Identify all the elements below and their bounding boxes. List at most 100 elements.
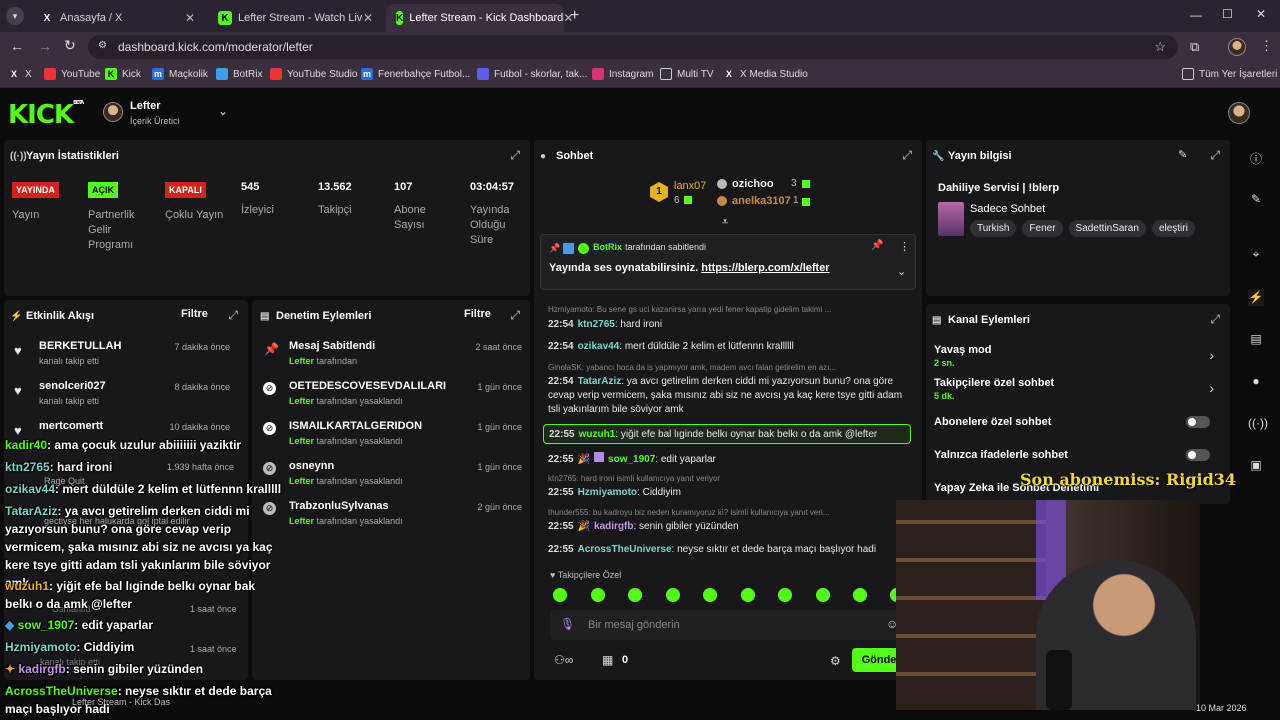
edit-pencil-icon[interactable]: ✎ bbox=[1178, 148, 1187, 161]
fenerbahce-icon: m bbox=[361, 68, 373, 80]
window-close-button[interactable]: ✕ bbox=[1256, 7, 1266, 21]
activity-filter-button[interactable]: Filtre bbox=[181, 308, 208, 320]
tag-chip[interactable]: Turkish bbox=[970, 220, 1017, 237]
info-icon[interactable]: ⓘ bbox=[1248, 150, 1264, 166]
popout-icon[interactable]: ⤢ bbox=[902, 148, 912, 163]
bookmark-youtube[interactable]: YouTube bbox=[44, 68, 100, 80]
notes-icon[interactable]: ▤ bbox=[1248, 332, 1264, 348]
taskbar-item[interactable]: Lefter Stream - Kick Das bbox=[72, 697, 170, 707]
bookmark-kick[interactable]: K Kick bbox=[105, 68, 141, 80]
right-sidebar bbox=[1234, 140, 1280, 680]
new-tab-button[interactable]: + bbox=[570, 7, 579, 25]
subscribers-only-toggle[interactable] bbox=[1186, 416, 1210, 428]
channel-avatar[interactable] bbox=[103, 102, 123, 122]
close-icon[interactable]: ✕ bbox=[363, 11, 373, 25]
channel-actions-title: ▤ Kanal Eylemleri bbox=[932, 314, 1030, 326]
pinned-link[interactable]: https://blerp.com/x/lefter bbox=[701, 262, 829, 274]
chevron-down-icon[interactable]: ⌄ bbox=[897, 265, 906, 278]
site-info-icon[interactable]: ⚙ bbox=[98, 40, 107, 51]
bookmark-star-icon[interactable]: ☆ bbox=[1154, 39, 1166, 55]
bookmark-fenerbahce[interactable]: m Fenerbahçe Futbol... bbox=[361, 68, 470, 80]
tab-x-home[interactable]: X Anasayfa / X ✕ bbox=[30, 4, 205, 32]
activity-title: ⚡ Etkinlik Akışı bbox=[10, 310, 95, 322]
emote-icon[interactable] bbox=[778, 588, 792, 602]
bookmark-youtube-studio[interactable]: YouTube Studio bbox=[270, 68, 357, 80]
maximize-button[interactable]: ☐ bbox=[1222, 7, 1233, 21]
tag-chip[interactable]: Fener bbox=[1022, 220, 1063, 237]
store-icon[interactable]: ▦ bbox=[602, 653, 613, 667]
tag-chip[interactable]: SadettinSaran bbox=[1068, 220, 1146, 237]
popout-icon[interactable]: ⤢ bbox=[510, 308, 520, 323]
broadcast-icon[interactable]: ((·)) bbox=[1248, 416, 1268, 432]
microphone-icon[interactable]: 🎙 bbox=[560, 617, 575, 631]
channel-switch-chevron-icon[interactable]: ⌄ bbox=[218, 104, 228, 118]
emote-icon[interactable] bbox=[666, 588, 680, 602]
bookmark-x-media-studio[interactable]: XX Media Studio bbox=[723, 68, 808, 80]
stat-multistream: KAPALI Çoklu Yayın bbox=[165, 180, 225, 223]
stat-viewers: 545 İzleyici bbox=[241, 181, 275, 216]
category-thumbnail bbox=[938, 202, 964, 236]
tab-kick-dashboard[interactable]: K Lefter Stream - Kick Dashboard ✕ bbox=[386, 4, 573, 32]
print-icon[interactable]: ▣ bbox=[1248, 458, 1264, 474]
chat-input[interactable]: 🎙 Bir mesaj gönderin ☺ bbox=[550, 610, 902, 640]
emote-icon[interactable] bbox=[853, 588, 867, 602]
chat-bubble-icon[interactable]: ● bbox=[1248, 374, 1264, 390]
unpin-icon[interactable]: 📌 bbox=[871, 240, 883, 251]
extensions-icon[interactable]: ⧉ bbox=[1190, 39, 1199, 55]
menu-dots-icon[interactable]: ⋮ bbox=[1260, 38, 1273, 54]
stream-category[interactable]: Sadece Sohbet bbox=[970, 203, 1045, 215]
slow-mode-setting[interactable]: Yavaş mod 2 sn. › bbox=[934, 344, 1220, 370]
leaderboard-collapse-icon[interactable]: ⩡ bbox=[722, 216, 728, 229]
emote-icon[interactable] bbox=[703, 588, 717, 602]
bolt-icon[interactable]: ⚡ bbox=[1248, 290, 1264, 306]
tag-chip[interactable]: eleştiri bbox=[1151, 220, 1195, 237]
kick-icon: K bbox=[105, 68, 117, 80]
channel-role: İçerik Üretici bbox=[130, 116, 180, 126]
emote-icon[interactable] bbox=[741, 588, 755, 602]
address-bar-row: ← → ↻ ⚙ dashboard.kick.com/moderator/lef… bbox=[0, 32, 1280, 62]
chat-bubble-icon: ● bbox=[540, 150, 547, 162]
forward-arrow-icon[interactable]: → bbox=[38, 38, 52, 54]
popout-icon[interactable]: ⤢ bbox=[228, 308, 238, 323]
overlay-chat-line: kadir40: ama çocuk uzulur abiiiiiii yazi… bbox=[5, 438, 242, 452]
status-badge: KAPALI bbox=[165, 182, 206, 198]
bookmark-multitv[interactable]: Multi TV bbox=[660, 68, 714, 80]
tab-kick-watch[interactable]: K Lefter Stream - Watch Live on K ✕ bbox=[208, 4, 383, 32]
popout-icon[interactable]: ⤢ bbox=[510, 148, 520, 163]
profile-avatar[interactable] bbox=[1228, 38, 1246, 56]
bookmark-mackolik[interactable]: m Maçkolik bbox=[152, 68, 208, 80]
minimize-button[interactable]: — bbox=[1190, 8, 1202, 22]
status-badge: YAYINDA bbox=[12, 182, 59, 198]
emote-icon[interactable] bbox=[816, 588, 830, 602]
kick-logo[interactable]: KICKBETA bbox=[8, 100, 84, 130]
more-options-icon[interactable]: ⋮ bbox=[899, 240, 910, 253]
moderation-filter-button[interactable]: Filtre bbox=[464, 308, 491, 320]
user-avatar[interactable] bbox=[1228, 102, 1250, 124]
emote-icon[interactable] bbox=[628, 588, 642, 602]
url-field[interactable]: ⚙ dashboard.kick.com/moderator/lefter ☆ bbox=[88, 35, 1178, 59]
microphone bbox=[1046, 650, 1072, 710]
sub-badge-icon: ◆ bbox=[5, 618, 15, 632]
close-icon[interactable]: ✕ bbox=[185, 11, 195, 25]
emote-icon[interactable] bbox=[591, 588, 605, 602]
popout-icon[interactable]: ⤢ bbox=[1210, 148, 1220, 163]
reload-icon[interactable]: ↻ bbox=[64, 37, 76, 54]
edit-icon[interactable]: ✎ bbox=[1248, 192, 1264, 208]
emote-icon[interactable] bbox=[553, 588, 567, 602]
tab-search-button[interactable]: ▾ bbox=[6, 7, 24, 25]
followers-only-setting[interactable]: Takipçilere özel sohbet 5 dk. › bbox=[934, 377, 1220, 403]
moderation-item: ⊘ TrabzonluSylvanas Lefter tarafından ya… bbox=[262, 500, 522, 530]
back-arrow-icon[interactable]: ← bbox=[10, 38, 24, 54]
screenshot-icon[interactable]: ⌖ bbox=[1248, 247, 1264, 263]
activity-time: 1 saat önce bbox=[190, 644, 237, 654]
bookmark-x[interactable]: XX bbox=[8, 68, 32, 80]
tag-list: Turkish Fener SadettinSaran eleştiri bbox=[970, 220, 1222, 237]
settings-icon[interactable]: ⚙ bbox=[830, 654, 841, 668]
all-bookmarks-folder[interactable]: Tüm Yer İşaretleri bbox=[1182, 68, 1277, 80]
bookmark-instagram[interactable]: Instagram bbox=[592, 68, 653, 80]
popout-icon[interactable]: ⤢ bbox=[1210, 312, 1220, 327]
bookmark-futbol[interactable]: Futbol - skorlar, tak... bbox=[477, 68, 587, 80]
emotes-only-toggle[interactable] bbox=[1186, 449, 1210, 461]
users-icon[interactable]: ⚇∞ bbox=[554, 653, 573, 667]
bookmark-botrix[interactable]: BotRix bbox=[216, 68, 262, 80]
